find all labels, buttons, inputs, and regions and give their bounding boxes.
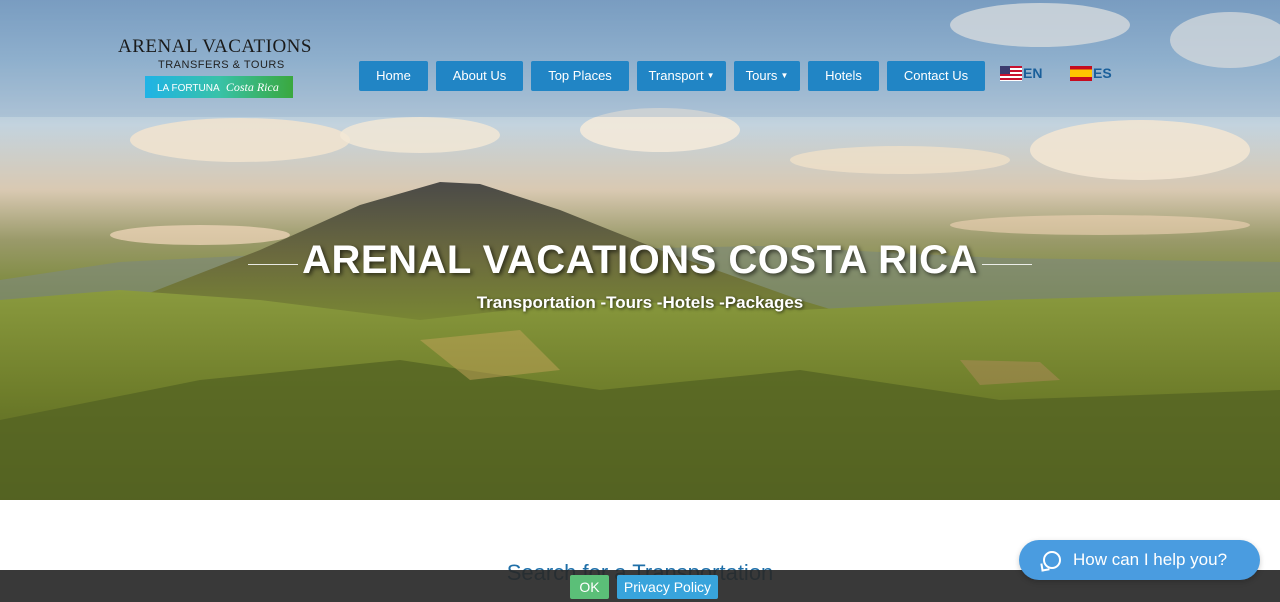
nav-home[interactable]: Home [359,61,428,91]
privacy-policy-button[interactable]: Privacy Policy [617,575,718,599]
nav-top-places[interactable]: Top Places [531,61,629,91]
caret-down-icon: ▼ [780,71,789,80]
nav-tours[interactable]: Tours ▼ [734,61,800,91]
chat-button-label: How can I help you? [1073,550,1228,569]
language-es-label: ES [1093,65,1112,81]
hero-title: ARENAL VACATIONS COSTA RICA [302,238,978,282]
nav-about-us[interactable]: About Us [436,61,523,91]
nav-top-places-label: Top Places [548,68,612,83]
nav-transport-label: Transport [648,68,704,83]
nav-home-label: Home [376,68,411,83]
language-en[interactable]: EN [1000,64,1042,82]
cookie-ok-button[interactable]: OK [570,575,609,599]
nav-contact-us-label: Contact Us [903,68,969,83]
hero-title-wrap: ARENAL VACATIONS COSTA RICA [0,238,1280,283]
language-es[interactable]: ES [1070,64,1112,82]
nav-about-us-label: About Us [452,68,507,83]
us-flag-icon [1000,65,1022,81]
spain-flag-icon [1070,65,1092,81]
hero-title-rule-right [982,264,1032,265]
nav-transport[interactable]: Transport ▼ [637,61,726,91]
whatsapp-icon [1043,551,1061,569]
logo-badge-script: Costa Rica [225,80,279,94]
logo-sub-text: TRANSFERS & TOURS [158,59,285,71]
logo-badge: LA FORTUNA Costa Rica [145,76,293,98]
caret-down-icon: ▼ [706,71,715,80]
nav-hotels[interactable]: Hotels [808,61,879,91]
logo-badge-prefix: LA FORTUNA [157,83,220,94]
hero-title-rule-left [248,264,298,265]
hero-subtitle: Transportation -Tours -Hotels -Packages [476,293,804,312]
nav-contact-us[interactable]: Contact Us [887,61,985,91]
nav-tours-label: Tours [745,68,778,83]
nav-hotels-label: Hotels [825,68,862,83]
language-en-label: EN [1023,65,1043,81]
logo-main-text: ARENAL VACATIONS [118,36,312,57]
whatsapp-chat-button[interactable]: How can I help you? [1019,540,1260,580]
site-logo[interactable]: ARENAL VACATIONS TRANSFERS & TOURS LA FO… [116,26,316,100]
